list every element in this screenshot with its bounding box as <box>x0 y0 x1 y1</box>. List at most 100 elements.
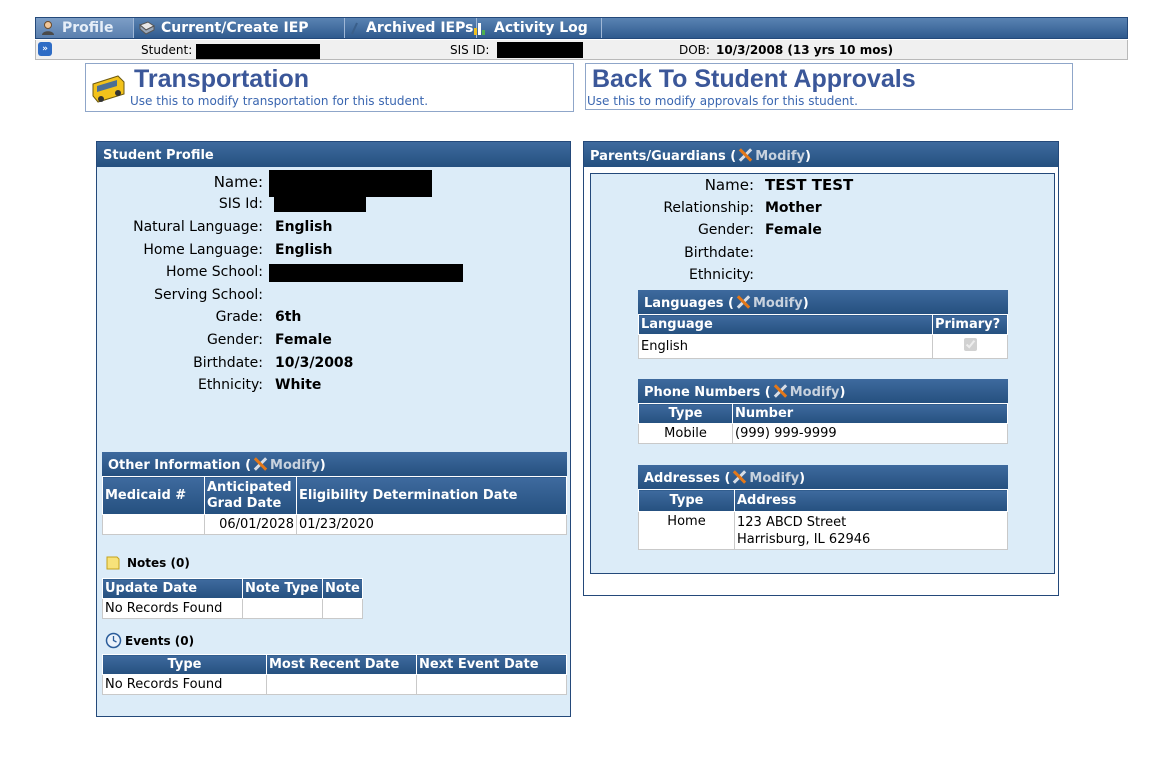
addresses-title: Addresses <box>644 471 720 486</box>
other-information-title: Other Information <box>108 458 241 473</box>
addresses-header: Addresses (Modify) <box>638 465 1008 489</box>
collapse-chevron-icon[interactable]: » <box>38 42 52 56</box>
parents-guardians-panel: Parents/Guardians (Modify) Name: TEST TE… <box>583 141 1059 596</box>
languages-title: Languages <box>644 296 724 311</box>
field-value: English <box>275 242 333 258</box>
field-value: Mother <box>765 200 822 216</box>
bus-icon <box>90 72 126 108</box>
student-profile-panel: Student Profile Name: SIS Id: Natural La… <box>96 141 571 717</box>
tab-label: Current/Create IEP <box>161 20 309 36</box>
redacted-student-name <box>196 44 320 59</box>
languages-modify-link[interactable]: Modify <box>753 296 803 311</box>
wrench-icon <box>738 148 754 162</box>
empty-message: No Records Found <box>102 598 243 619</box>
student-profile-header: Student Profile <box>97 142 570 167</box>
field-label: Birthdate: <box>193 355 263 371</box>
student-label: Student: <box>141 43 193 57</box>
language-cell: English <box>638 334 933 359</box>
redacted-sis-id-field <box>274 196 366 212</box>
column-header: Eligibility Determination Date <box>296 476 567 515</box>
field-label: Ethnicity: <box>197 377 263 393</box>
student-info-bar: » Student: SIS ID: DOB: 10/3/2008 (13 yr… <box>35 40 1128 60</box>
field-label: Home School: <box>166 264 263 280</box>
chart-icon <box>472 20 488 36</box>
table-cell: 01/23/2020 <box>296 514 567 535</box>
user-icon <box>40 20 56 36</box>
tab-label: Activity Log <box>494 20 588 36</box>
student-approvals-action[interactable]: Back To Student Approvals Use this to mo… <box>585 63 1073 110</box>
table-cell <box>242 598 323 619</box>
redacted-name <box>269 170 432 197</box>
phone-numbers-table: Type Number Mobile (999) 999-9999 <box>638 403 1008 444</box>
redacted-home-school <box>269 264 463 282</box>
field-label: Name: <box>213 173 263 191</box>
wrench-icon <box>773 384 789 398</box>
dob-label: DOB: <box>679 43 710 57</box>
events-title: Events (0) <box>125 634 195 648</box>
field-label: Gender: <box>206 332 263 348</box>
address-cell: 123 ABCD Street Harrisburg, IL 62946 <box>734 511 1008 550</box>
column-header: Primary? <box>932 314 1008 335</box>
field-value: 6th <box>275 309 302 325</box>
table-cell <box>416 674 567 695</box>
other-information-header: Other Information (Modify) <box>102 452 567 476</box>
approvals-subtitle: Use this to modify approvals for this st… <box>587 94 858 108</box>
languages-header: Languages (Modify) <box>638 290 1008 314</box>
parents-guardians-header: Parents/Guardians (Modify) <box>584 142 1058 167</box>
other-information-table: Medicaid # Anticipated Grad Date Eligibi… <box>102 476 567 535</box>
phone-numbers-modify-link[interactable]: Modify <box>790 385 840 400</box>
field-value: Female <box>765 222 822 238</box>
column-header: Type <box>638 489 735 512</box>
events-table: Type Most Recent Date Next Event Date No… <box>102 654 567 695</box>
sis-id-label: SIS ID: <box>450 43 490 57</box>
field-label: Ethnicity: <box>688 267 754 283</box>
table-cell <box>322 598 363 619</box>
column-header: Type <box>638 403 733 424</box>
column-header: Note Type <box>242 578 323 599</box>
wrench-icon <box>736 295 752 309</box>
tab-activity-log[interactable]: Activity Log <box>468 18 602 38</box>
book-icon <box>139 20 155 36</box>
transportation-action[interactable]: Transportation Use this to modify transp… <box>85 63 574 112</box>
wrench-icon <box>732 470 748 484</box>
primary-checkbox[interactable] <box>963 338 977 351</box>
addresses-table: Type Address Home 123 ABCD Street Harris… <box>638 489 1008 550</box>
tab-current-create-iep[interactable]: Current/Create IEP <box>135 18 345 38</box>
parents-guardians-title: Parents/Guardians <box>590 149 726 164</box>
notes-table: Update Date Note Type Note No Records Fo… <box>102 578 363 619</box>
table-cell <box>266 674 417 695</box>
field-label: Gender: <box>697 222 754 238</box>
field-label: Name: <box>704 176 754 194</box>
other-information-modify-link[interactable]: Modify <box>270 458 320 473</box>
field-label: Relationship: <box>663 200 754 216</box>
field-label: Birthdate: <box>684 245 754 261</box>
column-header: Address <box>734 489 1008 512</box>
notes-title: Notes (0) <box>127 556 190 570</box>
header-line: Grad Date <box>207 495 282 511</box>
column-header: Medicaid # <box>102 476 205 515</box>
transportation-title[interactable]: Transportation <box>134 65 309 94</box>
tab-profile[interactable]: Profile <box>36 18 134 38</box>
guardian-card: Name: TEST TEST Relationship: Mother Gen… <box>590 173 1055 574</box>
wrench-icon <box>253 457 269 471</box>
header-line: Anticipated <box>207 479 292 495</box>
tab-label: Archived IEPs <box>366 20 474 36</box>
tab-archived-ieps[interactable]: Archived IEPs <box>346 18 477 38</box>
column-header: Next Event Date <box>416 654 567 675</box>
addresses-modify-link[interactable]: Modify <box>749 471 799 486</box>
field-value: Female <box>275 332 332 348</box>
column-header: Most Recent Date <box>266 654 417 675</box>
parents-guardians-modify-link[interactable]: Modify <box>755 149 805 164</box>
approvals-title[interactable]: Back To Student Approvals <box>592 65 916 94</box>
column-header: Type <box>102 654 267 675</box>
address-line: Harrisburg, IL 62946 <box>737 532 871 547</box>
field-label: Serving School: <box>154 287 263 303</box>
transportation-subtitle: Use this to modify transportation for th… <box>130 94 429 108</box>
column-header: Note <box>322 578 363 599</box>
field-label: Grade: <box>215 309 263 325</box>
address-type-cell: Home <box>638 511 735 550</box>
field-label: SIS Id: <box>218 196 263 212</box>
field-value: English <box>275 219 333 235</box>
phone-type-cell: Mobile <box>638 423 733 444</box>
table-cell <box>102 514 205 535</box>
